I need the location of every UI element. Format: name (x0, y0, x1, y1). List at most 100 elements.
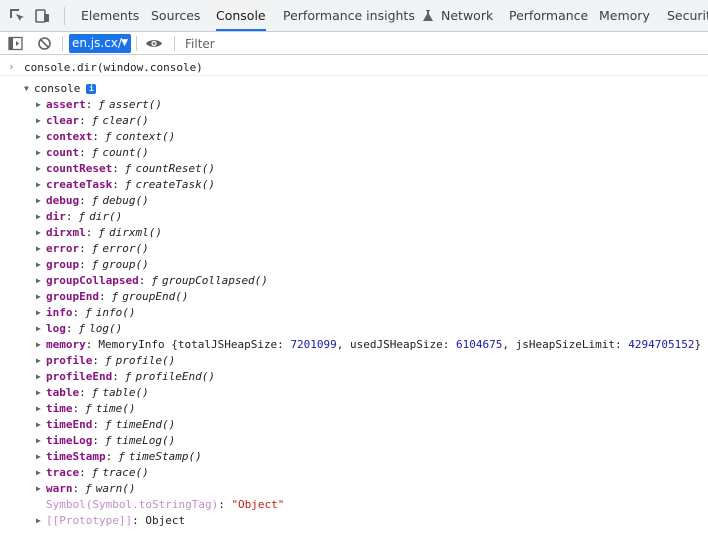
console-property-row[interactable]: ▶ profileEnd: ƒ profileEnd() (36, 369, 215, 385)
collapsed-triangle-icon[interactable]: ▶ (36, 241, 46, 257)
collapsed-triangle-icon[interactable]: ▶ (36, 209, 46, 225)
tab-security[interactable]: Security (667, 0, 708, 31)
toolbar-separator (62, 36, 63, 51)
experiment-flask-icon (422, 10, 433, 21)
function-marker: ƒ (85, 402, 92, 415)
console-property-row[interactable]: ▶ dir: ƒ dir() (36, 209, 122, 225)
tab-performance[interactable]: Performance (509, 0, 588, 31)
property-value: info() (95, 306, 136, 319)
colon: : (79, 194, 86, 207)
function-marker: ƒ (91, 114, 99, 127)
property-value: timeStamp() (128, 450, 202, 463)
property-key: [[Prototype]] (46, 514, 133, 527)
property-value: profileEnd() (135, 370, 215, 383)
collapsed-triangle-icon[interactable]: ▶ (36, 353, 46, 369)
console-property-row[interactable]: ▶ trace: ƒ trace() (36, 465, 149, 481)
console-property-row[interactable]: ▶ createTask: ƒ createTask() (36, 177, 215, 193)
show-sidebar-icon[interactable] (8, 36, 23, 51)
console-property-row[interactable]: ▶ clear: ƒ clear() (36, 113, 149, 129)
property-key: error (46, 242, 80, 255)
toolbar-separator (174, 36, 175, 51)
console-property-row[interactable]: ▶ groupEnd: ƒ groupEnd() (36, 289, 188, 305)
console-property-row[interactable]: ▶ group: ƒ group() (36, 257, 149, 273)
collapsed-triangle-icon[interactable]: ▶ (36, 481, 46, 497)
console-property-row[interactable]: ▶ count: ƒ count() (36, 145, 149, 161)
console-property-row[interactable]: ▶ timeLog: ƒ timeLog() (36, 433, 175, 449)
console-property-row[interactable]: ▶ debug: ƒ debug() (36, 193, 149, 209)
console-root-row[interactable]: ▼ console i (24, 81, 97, 97)
colon: : (72, 306, 80, 319)
expanded-triangle-icon[interactable]: ▼ (24, 81, 34, 97)
live-expression-eye-icon[interactable] (145, 37, 163, 50)
console-property-row[interactable]: ▶ groupCollapsed: ƒ groupCollapsed() (36, 273, 268, 289)
property-value: error() (102, 242, 149, 255)
console-property-row[interactable]: ▶ timeStamp: ƒ timeStamp() (36, 449, 202, 465)
collapsed-triangle-icon[interactable]: ▶ (36, 337, 46, 353)
collapsed-triangle-icon[interactable]: ▶ (36, 193, 46, 209)
collapsed-triangle-icon[interactable]: ▶ (36, 161, 46, 177)
collapsed-triangle-icon[interactable]: ▶ (36, 97, 46, 113)
function-marker: ƒ (104, 434, 112, 447)
property-value: assert() (109, 98, 162, 111)
collapsed-triangle-icon[interactable]: ▶ (36, 113, 46, 129)
collapsed-triangle-icon[interactable]: ▶ (36, 417, 46, 433)
tab-memory[interactable]: Memory (599, 0, 650, 31)
collapsed-triangle-icon[interactable]: ▶ (36, 129, 46, 145)
collapsed-triangle-icon[interactable]: ▶ (36, 385, 46, 401)
collapsed-triangle-icon[interactable]: ▶ (36, 305, 46, 321)
property-value: dir() (89, 210, 123, 223)
colon: : (72, 402, 80, 415)
tab-network[interactable]: Network (441, 0, 493, 31)
property-value: timeLog() (115, 434, 176, 447)
filter-input[interactable]: Filter (185, 37, 215, 51)
property-key: memory (46, 338, 86, 351)
inspect-element-icon[interactable] (8, 7, 26, 25)
console-property-row[interactable]: ▶ log: ƒ log() (36, 321, 122, 337)
tab-performance-insights[interactable]: Performance insights (283, 0, 433, 31)
collapsed-triangle-icon[interactable]: ▶ (36, 369, 46, 385)
function-marker: ƒ (78, 322, 86, 335)
tab-elements[interactable]: Elements (81, 0, 139, 31)
collapsed-triangle-icon[interactable]: ▶ (36, 273, 46, 289)
function-marker: ƒ (118, 450, 125, 463)
console-property-row[interactable]: ▶ time: ƒ time() (36, 401, 136, 417)
console-property-row[interactable]: ▶ info: ƒ info() (36, 305, 136, 321)
javascript-context-select[interactable]: en.js.cx/ ▼ (69, 34, 131, 53)
collapsed-triangle-icon[interactable]: ▶ (36, 449, 46, 465)
collapsed-triangle-icon[interactable]: ▶ (36, 177, 46, 193)
collapsed-triangle-icon[interactable]: ▶ (36, 257, 46, 273)
console-property-row[interactable]: ▶ warn: ƒ warn() (36, 481, 136, 497)
console-property-row[interactable]: ▶ context: ƒ context() (36, 129, 175, 145)
tab-console[interactable]: Console (216, 0, 266, 31)
collapsed-triangle-icon[interactable]: ▶ (36, 513, 46, 529)
device-toolbar-icon[interactable] (33, 7, 51, 25)
colon: : (65, 210, 73, 223)
console-property-row[interactable]: ▶ timeEnd: ƒ timeEnd() (36, 417, 175, 433)
property-value: Object (145, 514, 186, 527)
console-property-row[interactable]: ▶ assert: ƒ assert() (36, 97, 162, 113)
console-property-row[interactable]: ▶ memory: MemoryInfo {totalJSHeapSize: 720… (36, 337, 701, 353)
collapsed-triangle-icon[interactable]: ▶ (36, 433, 46, 449)
console-property-row[interactable]: ▶ countReset: ƒ countReset() (36, 161, 215, 177)
collapsed-triangle-icon[interactable]: ▶ (36, 225, 46, 241)
property-key: timeLog (46, 434, 93, 447)
symbol-tostringtag-row: Symbol(Symbol.toStringTag): "Object" (46, 497, 284, 513)
tab-sources[interactable]: Sources (151, 0, 200, 31)
console-property-row[interactable]: ▶ table: ƒ table() (36, 385, 149, 401)
collapsed-triangle-icon[interactable]: ▶ (36, 145, 46, 161)
collapsed-triangle-icon[interactable]: ▶ (36, 401, 46, 417)
colon: : (92, 130, 99, 143)
prototype-row[interactable]: ▶ [[Prototype]]: Object (36, 513, 185, 529)
colon: : (98, 290, 106, 303)
console-property-row[interactable]: ▶ error: ƒ error() (36, 241, 149, 257)
collapsed-triangle-icon[interactable]: ▶ (36, 465, 46, 481)
info-icon[interactable]: i (86, 84, 97, 94)
property-key: groupCollapsed (46, 274, 139, 287)
collapsed-triangle-icon[interactable]: ▶ (36, 289, 46, 305)
console-property-row[interactable]: ▶ profile: ƒ profile() (36, 353, 175, 369)
collapsed-triangle-icon[interactable]: ▶ (36, 321, 46, 337)
function-marker: ƒ (104, 418, 112, 431)
console-output: › console.dir(window.console) ▼ console i … (0, 56, 708, 538)
console-property-row[interactable]: ▶ dirxml: ƒ dirxml() (36, 225, 162, 241)
clear-console-icon[interactable] (37, 36, 52, 51)
